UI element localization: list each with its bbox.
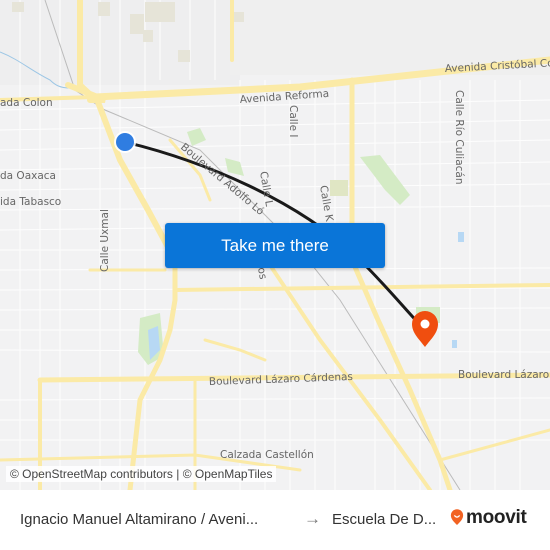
- street-label: da Oaxaca: [0, 170, 56, 182]
- origin-marker[interactable]: [114, 131, 136, 153]
- arrow-right-icon: →: [304, 509, 321, 528]
- street-label: Calle Uxmal: [99, 209, 111, 272]
- origin-dot-icon: [116, 133, 134, 151]
- map-attribution[interactable]: © OpenStreetMap contributors | © OpenMap…: [6, 466, 277, 482]
- moovit-logo[interactable]: moovit: [450, 507, 527, 529]
- street-label: Boulevard Lázaro: [458, 369, 549, 381]
- destination-name: Escuela De D...: [332, 511, 437, 528]
- moovit-wordmark: moovit: [466, 507, 527, 528]
- map-view[interactable]: Avenida Cristóbal Co Avenida Reforma ada…: [0, 0, 550, 490]
- street-label: Calle I: [287, 105, 299, 138]
- take-me-there-button[interactable]: Take me there: [165, 223, 385, 268]
- street-label: Calzada Castellón: [220, 449, 314, 461]
- street-label: Calle Río Culiacán: [453, 90, 465, 185]
- street-label: ada Colon: [0, 97, 53, 109]
- moovit-pin-icon: [450, 509, 464, 525]
- street-label: os: [255, 266, 269, 280]
- route-footer: Ignacio Manuel Altamirano / Aveni... → E…: [0, 490, 550, 550]
- origin-stop-name: Ignacio Manuel Altamirano / Aveni...: [20, 511, 259, 528]
- street-label: ida Tabasco: [0, 196, 61, 208]
